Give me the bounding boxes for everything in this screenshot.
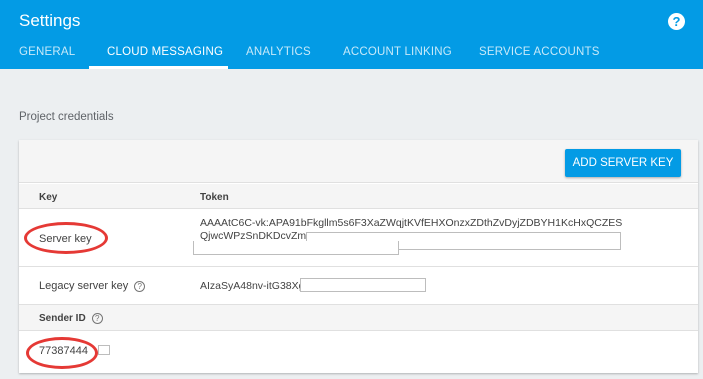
help-icon[interactable]: ? — [668, 13, 685, 30]
credentials-card: ADD SERVER KEY Key Token Server key AAAA… — [19, 140, 698, 373]
card-toolbar: ADD SERVER KEY — [19, 140, 698, 183]
sender-id-label-text: Sender ID — [39, 313, 86, 325]
app-header: Settings ? GENERAL CLOUD MESSAGING ANALY… — [0, 0, 703, 69]
help-circle-icon[interactable]: ? — [134, 280, 146, 292]
table-row-server-key: Server key AAAAtC6C-vk:APA91bFkgllm5s6F3… — [19, 209, 698, 267]
help-circle-icon[interactable]: ? — [91, 313, 103, 324]
annotation-circle — [24, 222, 108, 254]
tab-general[interactable]: GENERAL — [19, 46, 75, 69]
redaction-box — [98, 345, 110, 355]
legacy-server-key-label: Legacy server key? — [39, 280, 146, 292]
sender-id-row: 77387444 — [19, 331, 698, 373]
sender-id-label: Sender ID? — [39, 313, 103, 324]
add-server-key-button[interactable]: ADD SERVER KEY — [565, 149, 681, 177]
tab-analytics[interactable]: ANALYTICS — [246, 46, 311, 69]
sender-id-header: Sender ID? — [19, 305, 698, 331]
annotation-circle — [26, 337, 98, 369]
legacy-server-key-token[interactable]: AIzaSyA48nv-itG38Xg — [200, 280, 304, 292]
tab-service-accounts[interactable]: SERVICE ACCOUNTS — [479, 46, 600, 69]
column-header-token: Token — [200, 192, 229, 203]
table-header: Key Token — [19, 184, 698, 209]
redaction-box — [193, 241, 399, 255]
column-header-key: Key — [39, 192, 58, 203]
section-title: Project credentials — [19, 111, 114, 123]
tab-account-linking[interactable]: ACCOUNT LINKING — [343, 46, 452, 69]
page-title: Settings — [19, 11, 81, 30]
legacy-server-key-text: Legacy server key — [39, 280, 129, 292]
server-key-token-line1[interactable]: AAAAtC6C-vk:APA91bFkgllm5s6F3XaZWqjtKVfE… — [200, 217, 622, 229]
redaction-box — [300, 278, 426, 292]
active-tab-indicator — [89, 66, 228, 69]
table-row-legacy-server-key: Legacy server key? AIzaSyA48nv-itG38Xg — [19, 267, 698, 305]
